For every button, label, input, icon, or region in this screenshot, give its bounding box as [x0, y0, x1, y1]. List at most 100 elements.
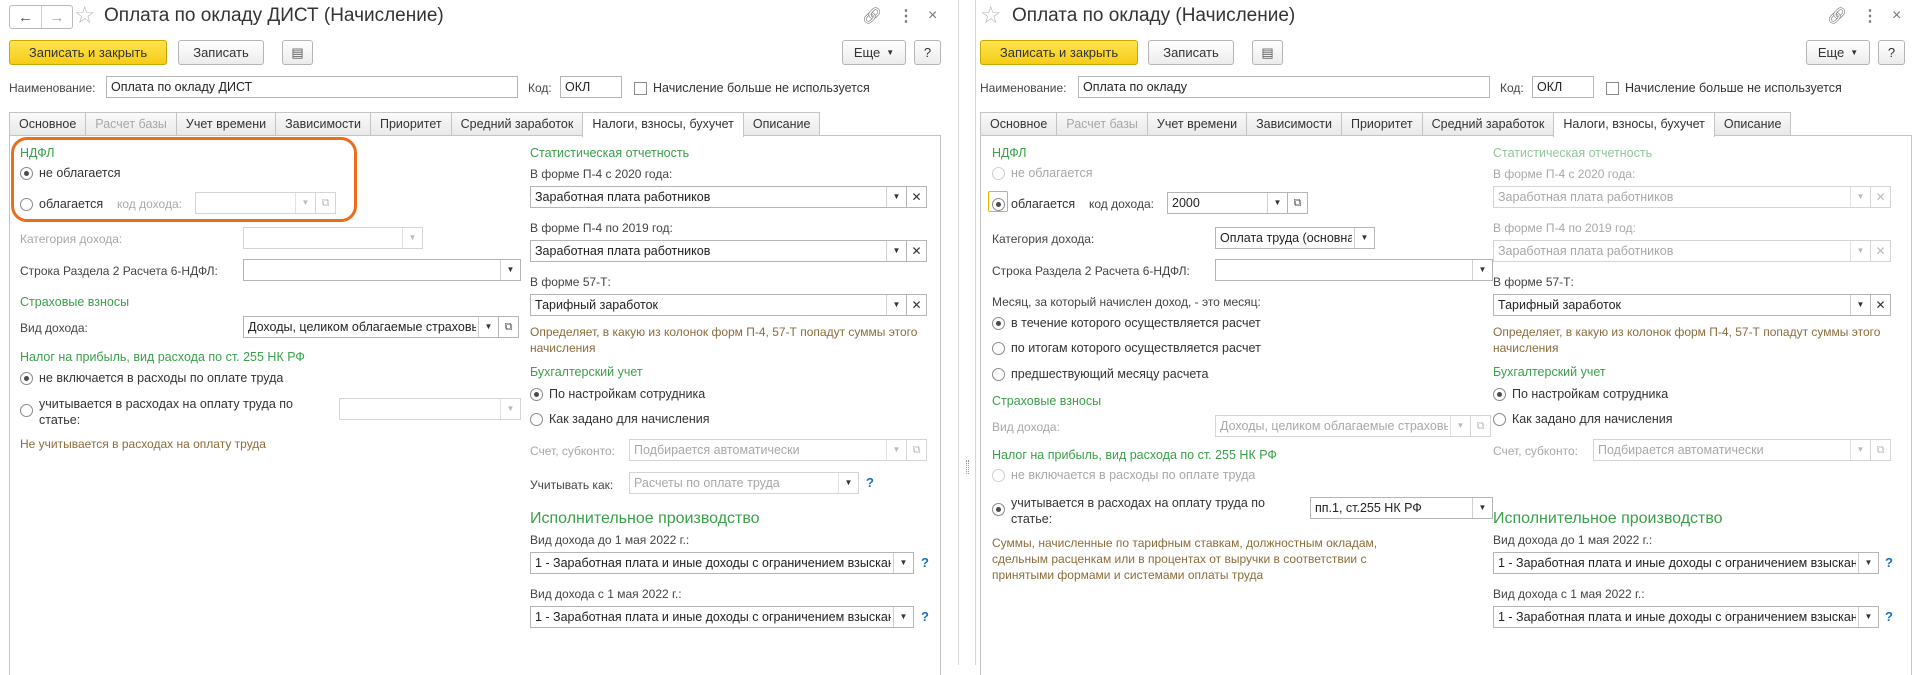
- p4-2019-select[interactable]: Заработная плата работников ▼: [1493, 240, 1871, 262]
- question-icon[interactable]: ?: [921, 609, 929, 624]
- clear-x-icon[interactable]: ✕: [907, 294, 927, 316]
- question-icon[interactable]: ?: [921, 555, 929, 570]
- tab-description[interactable]: Описание: [742, 112, 821, 136]
- question-icon[interactable]: ?: [1885, 609, 1893, 624]
- clear-x-icon[interactable]: ✕: [907, 186, 927, 208]
- ndfl-row-select[interactable]: ▼: [243, 259, 521, 281]
- arrow-left-icon[interactable]: ←: [10, 6, 41, 28]
- income-category-select[interactable]: Оплата труда (основная налоговая база)▼: [1215, 227, 1375, 249]
- name-input[interactable]: Оплата по окладу: [1078, 76, 1490, 98]
- chevron-down-icon[interactable]: ▼: [1850, 241, 1870, 261]
- unused-checkbox[interactable]: Начисление больше не используется: [634, 81, 870, 95]
- enforcement-before-select[interactable]: 1 - Заработная плата и иные доходы с огр…: [530, 552, 914, 574]
- income-category-select[interactable]: ▼: [243, 227, 423, 249]
- clear-x-icon[interactable]: ✕: [1871, 294, 1891, 316]
- chevron-down-icon[interactable]: ▼: [1858, 607, 1878, 627]
- tab-taxes[interactable]: Налоги, взносы, бухучет: [582, 112, 744, 137]
- ndfl-row-select[interactable]: ▼: [1215, 259, 1493, 281]
- accounting-accrual-radio[interactable]: Как задано для начисления: [1493, 412, 1673, 426]
- close-icon[interactable]: ×: [928, 7, 937, 25]
- open-form-icon[interactable]: ⧉: [1871, 439, 1891, 461]
- open-form-icon[interactable]: ⧉: [1288, 192, 1308, 214]
- close-icon[interactable]: ×: [1892, 7, 1901, 25]
- checkbox-box[interactable]: [1606, 81, 1619, 95]
- tab-base-calc[interactable]: Расчет базы: [1056, 112, 1148, 136]
- chevron-down-icon[interactable]: ▼: [1267, 193, 1287, 213]
- enforcement-before-select[interactable]: 1 - Заработная плата и иные доходы с огр…: [1493, 552, 1879, 574]
- enforcement-after-select[interactable]: 1 - Заработная плата и иные доходы с огр…: [530, 606, 914, 628]
- accounting-employee-radio[interactable]: По настройкам сотрудника: [1493, 387, 1668, 401]
- save-button[interactable]: Записать: [1148, 40, 1234, 65]
- tab-average-earnings[interactable]: Средний заработок: [1421, 112, 1555, 136]
- chevron-down-icon[interactable]: ▼: [893, 607, 913, 627]
- expense-article-select[interactable]: пп.1, ст.255 НК РФ ▼: [1310, 497, 1493, 519]
- expense-article-select[interactable]: ▼: [339, 398, 521, 420]
- tab-main[interactable]: Основное: [9, 112, 87, 136]
- profit-tax-not-included-radio[interactable]: не включается в расходы по оплате труда: [992, 468, 1255, 482]
- tab-taxes[interactable]: Налоги, взносы, бухучет: [1553, 112, 1715, 137]
- tab-priority[interactable]: Приоритет: [1340, 112, 1423, 136]
- more-button[interactable]: Еще ▼: [1806, 40, 1870, 65]
- report-list-icon[interactable]: ▤: [1252, 40, 1283, 65]
- kebab-menu-icon[interactable]: ⋮: [898, 8, 914, 26]
- code-input[interactable]: ОКЛ: [1532, 76, 1594, 98]
- income-type-select[interactable]: Доходы, целиком облагаемые страховыми вз…: [1215, 415, 1471, 437]
- report-list-icon[interactable]: ▤: [282, 40, 313, 65]
- accounting-accrual-radio[interactable]: Как задано для начисления: [530, 412, 710, 426]
- tab-dependencies[interactable]: Зависимости: [275, 112, 371, 136]
- save-and-close-button[interactable]: Записать и закрыть: [980, 40, 1138, 65]
- open-form-icon[interactable]: ⧉: [1471, 415, 1491, 437]
- account-select[interactable]: Подбирается автоматически ▼: [1593, 439, 1871, 461]
- ndfl-taxed-radio[interactable]: облагается: [992, 197, 1075, 211]
- p4-2020-select[interactable]: Заработная плата работников ▼: [1493, 186, 1871, 208]
- p4-2019-select[interactable]: Заработная плата работников ▼: [530, 240, 907, 262]
- tab-description[interactable]: Описание: [1713, 112, 1792, 136]
- star-icon[interactable]: ☆: [74, 4, 96, 28]
- save-and-close-button[interactable]: Записать и закрыть: [9, 40, 167, 65]
- chevron-down-icon[interactable]: ▼: [1858, 553, 1878, 573]
- clear-x-icon[interactable]: ✕: [907, 240, 927, 262]
- chevron-down-icon[interactable]: ▼: [402, 228, 422, 248]
- help-button[interactable]: ?: [914, 40, 941, 65]
- tab-time[interactable]: Учет времени: [1146, 112, 1248, 136]
- reflect-select[interactable]: Расчеты по оплате труда ▼: [629, 472, 859, 494]
- open-form-icon[interactable]: ⧉: [499, 316, 519, 338]
- link-icon[interactable]: 🔗︎: [1827, 8, 1847, 26]
- chevron-down-icon[interactable]: ▼: [1354, 228, 1374, 248]
- pane-splitter[interactable]: [958, 0, 976, 665]
- income-type-select[interactable]: Доходы, целиком облагаемые страховыми вз…: [243, 316, 499, 338]
- chevron-down-icon[interactable]: ▼: [500, 399, 520, 419]
- account-select[interactable]: Подбирается автоматически ▼: [629, 439, 907, 461]
- chevron-down-icon[interactable]: ▼: [1850, 295, 1870, 315]
- chevron-down-icon[interactable]: ▼: [886, 241, 906, 261]
- chevron-down-icon[interactable]: ▼: [886, 295, 906, 315]
- checkbox-box[interactable]: [634, 81, 647, 95]
- name-input[interactable]: Оплата по окладу ДИСТ: [106, 76, 518, 98]
- form57-select[interactable]: Тарифный заработок ▼: [1493, 294, 1871, 316]
- chevron-down-icon[interactable]: ▼: [1472, 498, 1492, 518]
- profit-tax-included-radio[interactable]: учитывается в расходах на оплату труда п…: [992, 495, 1265, 527]
- save-button[interactable]: Записать: [178, 40, 264, 65]
- question-icon[interactable]: ?: [1885, 555, 1893, 570]
- arrow-right-icon[interactable]: →: [41, 6, 72, 28]
- tab-main[interactable]: Основное: [980, 112, 1058, 136]
- accounting-employee-radio[interactable]: По настройкам сотрудника: [530, 387, 705, 401]
- chevron-down-icon[interactable]: ▼: [886, 440, 906, 460]
- tab-priority[interactable]: Приоритет: [369, 112, 452, 136]
- tab-average-earnings[interactable]: Средний заработок: [450, 112, 584, 136]
- chevron-down-icon[interactable]: ▼: [1850, 440, 1870, 460]
- help-button[interactable]: ?: [1878, 40, 1905, 65]
- month-result-radio[interactable]: по итогам которого осуществляется расчет: [992, 341, 1261, 355]
- chevron-down-icon[interactable]: ▼: [886, 187, 906, 207]
- chevron-down-icon[interactable]: ▼: [1850, 187, 1870, 207]
- chevron-down-icon[interactable]: ▼: [838, 473, 858, 493]
- tab-dependencies[interactable]: Зависимости: [1246, 112, 1342, 136]
- clear-x-icon[interactable]: ✕: [1871, 240, 1891, 262]
- month-current-radio[interactable]: в течение которого осуществляется расчет: [992, 316, 1261, 330]
- chevron-down-icon[interactable]: ▼: [1472, 260, 1492, 280]
- ndfl-not-taxed-radio[interactable]: не облагается: [992, 166, 1093, 180]
- kebab-menu-icon[interactable]: ⋮: [1862, 8, 1878, 26]
- form57-select[interactable]: Тарифный заработок ▼: [530, 294, 907, 316]
- clear-x-icon[interactable]: ✕: [1871, 186, 1891, 208]
- chevron-down-icon[interactable]: ▼: [1450, 416, 1470, 436]
